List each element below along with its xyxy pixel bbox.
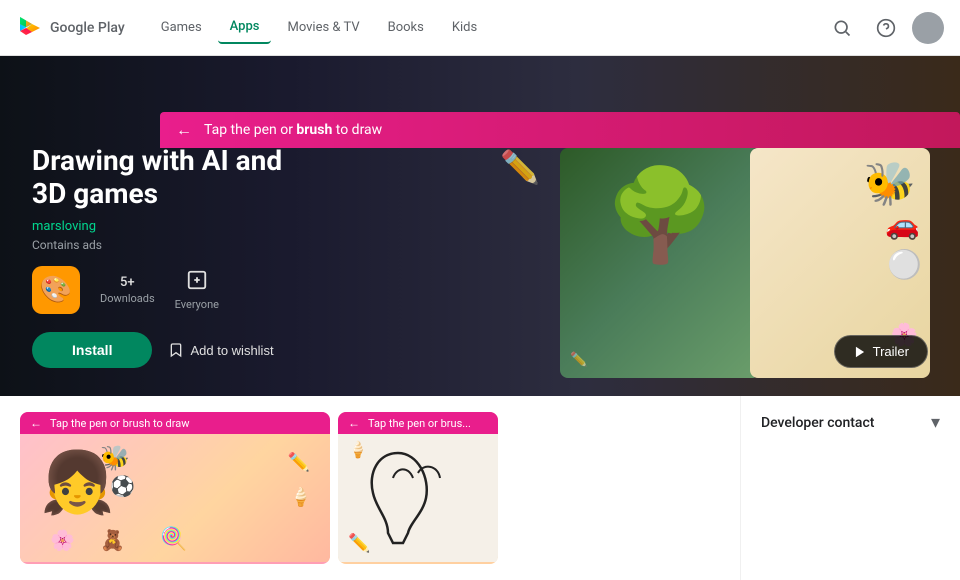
nav-actions <box>824 10 944 46</box>
rating-meta: Everyone <box>175 269 219 311</box>
screenshot-2-banner-text: Tap the pen or brus... <box>368 417 471 430</box>
developer-contact-chevron: ▾ <box>931 412 940 433</box>
hero-tree-thumbnail: 🌳 ✏️ <box>560 148 760 378</box>
icecream-sticker-icon: 🍦 <box>290 487 312 508</box>
nav-games[interactable]: Games <box>149 12 214 43</box>
logo-text: Google Play <box>50 20 125 36</box>
trailer-label: Trailer <box>873 344 909 359</box>
bee-sticker-icon: 🐝 <box>100 444 130 472</box>
downloads-value: 5+ <box>120 275 135 290</box>
trailer-button[interactable]: Trailer <box>834 335 928 368</box>
screenshot-1-arrow: ← <box>30 416 42 430</box>
screenshot-2-content: ✏️ 🍦 <box>338 434 498 562</box>
app-logo[interactable]: Google Play <box>16 14 125 42</box>
rating-icon <box>186 269 208 296</box>
nav-movies[interactable]: Movies & TV <box>275 12 371 43</box>
ball-sticker-icon: ⚽ <box>110 474 135 498</box>
pencil-decoration-2: ✏️ <box>348 533 370 554</box>
install-button[interactable]: Install <box>32 332 152 368</box>
app-icon: 🎨 <box>32 266 80 314</box>
hero-section: ← Tap the pen or brush to draw 🌳 ✏️ 🐝 🚗 … <box>0 56 960 396</box>
app-info: Drawing with AI and3D games marsloving C… <box>0 56 480 396</box>
screenshots-section: ← Tap the pen or brush to draw 👧 🐝 ⚽ 🌸 🧸… <box>0 396 740 580</box>
nav-books[interactable]: Books <box>376 12 436 43</box>
contains-ads-label: Contains ads <box>32 238 448 252</box>
wishlist-button[interactable]: Add to wishlist <box>168 342 273 358</box>
screenshot-2[interactable]: ← Tap the pen or brus... ✏️ 🍦 <box>338 412 498 564</box>
app-meta-row: 🎨 5+ Downloads Everyone <box>32 266 448 314</box>
bear-sticker-icon: 🧸 <box>100 528 125 552</box>
icecream-decoration: 🍦 <box>348 440 368 459</box>
screenshot-1-banner-text: Tap the pen or brush to draw <box>50 417 190 430</box>
developer-contact[interactable]: Developer contact ▾ <box>761 412 940 433</box>
help-icon <box>876 18 896 38</box>
wishlist-label: Add to wishlist <box>190 343 273 358</box>
downloads-meta: 5+ Downloads <box>100 275 155 305</box>
developer-contact-label: Developer contact <box>761 415 874 431</box>
app-actions: Install Add to wishlist <box>32 332 448 368</box>
app-title: Drawing with AI and3D games <box>32 144 448 211</box>
screenshot-2-banner: ← Tap the pen or brus... <box>338 412 498 434</box>
floating-pokeball-icon: ⚪ <box>887 248 922 281</box>
user-avatar[interactable] <box>912 12 944 44</box>
play-icon <box>853 345 867 359</box>
search-icon <box>832 18 852 38</box>
search-button[interactable] <box>824 10 860 46</box>
app-developer[interactable]: marsloving <box>32 219 448 234</box>
bookmark-icon <box>168 342 184 358</box>
sidebar-right: Developer contact ▾ <box>740 396 960 580</box>
drawing-outline-svg <box>358 443 478 553</box>
screenshot-1[interactable]: ← Tap the pen or brush to draw 👧 🐝 ⚽ 🌸 🧸… <box>20 412 330 564</box>
main-content: ← Tap the pen or brush to draw 👧 🐝 ⚽ 🌸 🧸… <box>0 396 960 580</box>
google-play-icon <box>16 14 44 42</box>
screenshot-1-content: 👧 🐝 ⚽ 🌸 🧸 🍭 ✏️ 🍦 <box>20 434 330 562</box>
app-icon-emoji: 🎨 <box>40 275 72 305</box>
help-button[interactable] <box>868 10 904 46</box>
flower-sticker-icon: 🌸 <box>50 528 75 552</box>
downloads-label: Downloads <box>100 292 155 305</box>
pencil-decoration: ✏️ <box>500 148 540 186</box>
screenshot-2-arrow: ← <box>348 416 360 430</box>
screenshot-1-banner: ← Tap the pen or brush to draw <box>20 412 330 434</box>
navbar: Google Play Games Apps Movies & TV Books… <box>0 0 960 56</box>
rating-label: Everyone <box>175 298 219 311</box>
nav-apps[interactable]: Apps <box>218 11 272 44</box>
nav-kids[interactable]: Kids <box>440 12 489 43</box>
nav-links: Games Apps Movies & TV Books Kids <box>149 11 824 44</box>
pencil-sticker-icon: ✏️ <box>288 452 310 473</box>
